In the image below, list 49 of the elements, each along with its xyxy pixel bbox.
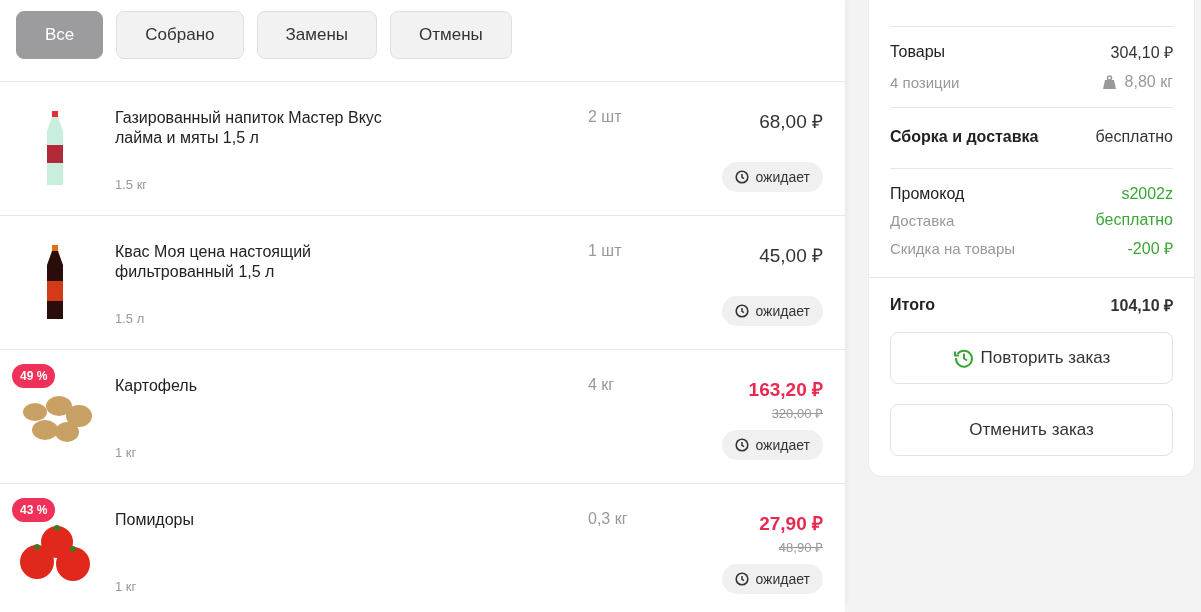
product-name: Картофель xyxy=(115,376,198,396)
discount-badge: 49 % xyxy=(12,364,56,388)
summary-label: Промокод xyxy=(890,185,965,203)
summary-value: -200 ₽ xyxy=(1127,239,1173,259)
history-icon xyxy=(952,347,975,369)
price: 163,20 ₽ xyxy=(748,378,823,402)
status-badge: ожидает xyxy=(722,564,823,594)
product-unit: 1.5 кг xyxy=(115,177,149,192)
product-unit: 1.5 л xyxy=(115,311,146,326)
clock-icon xyxy=(735,170,750,184)
summary-value: s2002z xyxy=(1121,185,1173,203)
status-badge: ожидает xyxy=(722,430,823,460)
discount-badge: 43 % xyxy=(12,498,56,522)
price: 27,90 ₽ xyxy=(759,512,823,536)
quantity: 2 шт xyxy=(587,108,622,125)
delivery-value: бесплатно xyxy=(1095,128,1173,146)
total-weight: 8,80 кг xyxy=(1124,73,1173,91)
repeat-order-button[interactable]: Повторить заказ xyxy=(890,332,1173,384)
old-price: 48,90 ₽ xyxy=(778,539,823,556)
weight-icon xyxy=(1101,74,1117,90)
delivery-label: Сборка и доставка xyxy=(890,128,1039,146)
product-name: Газированный напиток Мастер Вкус лайма и мяты 1,5 л xyxy=(115,108,383,148)
cancel-order-button[interactable]: Отменить заказ xyxy=(890,404,1173,456)
status-badge: ожидает xyxy=(722,296,823,326)
filter-tab[interactable]: Собрано xyxy=(116,11,244,59)
product-name: Помидоры xyxy=(115,510,195,530)
summary-label: Скидка на товары xyxy=(890,239,1016,257)
filter-tab[interactable]: Отмены xyxy=(390,11,512,59)
price: 68,00 ₽ xyxy=(759,110,823,134)
quantity: 1 шт xyxy=(587,242,622,259)
clock-icon xyxy=(735,304,750,318)
status-badge: ожидает xyxy=(722,162,823,192)
old-price: 320,00 ₽ xyxy=(771,405,823,422)
product-name: Квас Моя цена настоящий фильтрованный 1,5 л xyxy=(115,242,313,282)
product-unit: 1 кг xyxy=(115,445,138,460)
quantity: 4 кг xyxy=(587,376,615,393)
goods-label: Товары xyxy=(890,43,946,61)
price: 45,00 ₽ xyxy=(759,244,823,268)
product-unit: 1 кг xyxy=(115,579,138,594)
summary-value: бесплатно xyxy=(1095,211,1173,229)
clock-icon xyxy=(735,572,750,586)
quantity: 0,3 кг xyxy=(587,510,628,527)
total-value: 104,10 ₽ xyxy=(1110,296,1173,316)
filter-tab[interactable]: Замены xyxy=(256,11,377,59)
summary-label: Доставка xyxy=(890,211,955,229)
items-count: 4 позиции xyxy=(890,73,960,91)
goods-total: 304,10 ₽ xyxy=(1110,43,1173,63)
total-label: Итого xyxy=(890,296,936,314)
clock-icon xyxy=(735,438,750,452)
